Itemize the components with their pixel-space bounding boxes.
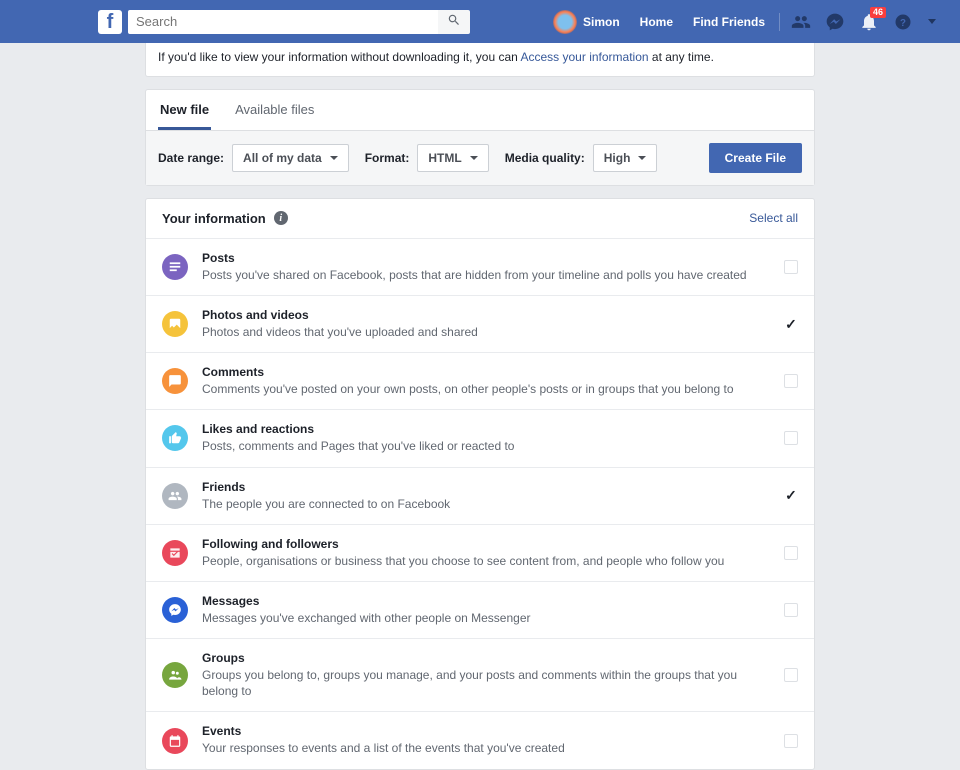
category-row-posts[interactable]: Posts Posts you've shared on Facebook, p…: [146, 238, 814, 295]
chevron-down-icon: [470, 156, 478, 160]
messages-icon: [162, 597, 188, 623]
row-desc: Your responses to events and a list of t…: [202, 740, 772, 756]
row-checkbox[interactable]: [784, 431, 798, 445]
profile-link[interactable]: Simon: [543, 8, 630, 36]
select-all-link[interactable]: Select all: [749, 211, 798, 225]
category-row-messages[interactable]: Messages Messages you've exchanged with …: [146, 581, 814, 638]
category-row-likes[interactable]: Likes and reactions Posts, comments and …: [146, 409, 814, 466]
info-icon[interactable]: i: [274, 211, 288, 225]
access-info-link[interactable]: Access your information: [521, 50, 649, 64]
chevron-down-icon: [638, 156, 646, 160]
intro-text: If you'd like to view your information w…: [158, 50, 714, 64]
format-value: HTML: [428, 151, 461, 165]
following-icon: [162, 540, 188, 566]
user-name-label: Simon: [583, 15, 620, 29]
row-desc: The people you are connected to on Faceb…: [202, 496, 772, 512]
svg-text:?: ?: [900, 17, 906, 28]
category-row-comments[interactable]: Comments Comments you've posted on your …: [146, 352, 814, 409]
messenger-icon[interactable]: [824, 11, 846, 33]
category-row-events[interactable]: Events Your responses to events and a li…: [146, 711, 814, 768]
comments-icon: [162, 368, 188, 394]
information-categories-panel: Your information i Select all Posts Post…: [145, 198, 815, 770]
search-box: [128, 10, 470, 34]
nav-home[interactable]: Home: [630, 8, 683, 36]
category-row-photos[interactable]: Photos and videos Photos and videos that…: [146, 295, 814, 352]
row-title: Messages: [202, 594, 772, 608]
groups-icon: [162, 662, 188, 688]
tab-available-files[interactable]: Available files: [233, 90, 316, 130]
date-range-dropdown[interactable]: All of my data: [232, 144, 349, 172]
help-icon[interactable]: ?: [892, 11, 914, 33]
category-row-following[interactable]: Following and followers People, organisa…: [146, 524, 814, 581]
nav-find-friends[interactable]: Find Friends: [683, 8, 775, 36]
date-range-label: Date range:: [158, 151, 224, 165]
row-desc: Comments you've posted on your own posts…: [202, 381, 772, 397]
tabs: New file Available files: [146, 90, 814, 131]
row-checkbox[interactable]: [784, 317, 798, 331]
row-title: Posts: [202, 251, 772, 265]
events-icon: [162, 728, 188, 754]
row-desc: Posts you've shared on Facebook, posts t…: [202, 267, 772, 283]
media-quality-value: High: [604, 151, 631, 165]
row-checkbox[interactable]: [784, 546, 798, 560]
search-input[interactable]: [128, 10, 438, 34]
account-menu-caret-icon[interactable]: [928, 19, 936, 24]
category-row-groups[interactable]: Groups Groups you belong to, groups you …: [146, 638, 814, 711]
row-title: Comments: [202, 365, 772, 379]
media-quality-dropdown[interactable]: High: [593, 144, 658, 172]
intro-prefix: If you'd like to view your information w…: [158, 50, 521, 64]
list-title: Your information: [162, 211, 266, 226]
intro-panel: If you'd like to view your information w…: [145, 43, 815, 77]
row-title: Following and followers: [202, 537, 772, 551]
row-desc: Groups you belong to, groups you manage,…: [202, 667, 772, 699]
format-dropdown[interactable]: HTML: [417, 144, 488, 172]
media-quality-label: Media quality:: [505, 151, 585, 165]
format-label: Format:: [365, 151, 410, 165]
nav-divider: [779, 13, 780, 31]
chevron-down-icon: [330, 156, 338, 160]
avatar: [553, 10, 577, 34]
row-desc: Posts, comments and Pages that you've li…: [202, 438, 772, 454]
search-icon: [447, 13, 461, 30]
intro-suffix: at any time.: [649, 50, 714, 64]
row-desc: Messages you've exchanged with other peo…: [202, 610, 772, 626]
notifications-icon[interactable]: 46: [858, 11, 880, 33]
row-title: Friends: [202, 480, 772, 494]
row-checkbox[interactable]: [784, 734, 798, 748]
row-title: Likes and reactions: [202, 422, 772, 436]
download-config-panel: New file Available files Date range: All…: [145, 89, 815, 186]
create-file-button[interactable]: Create File: [709, 143, 802, 173]
row-checkbox[interactable]: [784, 603, 798, 617]
facebook-logo[interactable]: f: [98, 10, 122, 34]
filters-row: Date range: All of my data Format: HTML …: [146, 131, 814, 185]
row-title: Events: [202, 724, 772, 738]
date-range-value: All of my data: [243, 151, 322, 165]
notification-badge: 46: [870, 7, 886, 18]
row-checkbox[interactable]: [784, 260, 798, 274]
search-button[interactable]: [438, 10, 470, 34]
row-desc: People, organisations or business that y…: [202, 553, 772, 569]
row-checkbox[interactable]: [784, 374, 798, 388]
row-checkbox[interactable]: [784, 489, 798, 503]
tab-new-file[interactable]: New file: [158, 90, 211, 130]
row-checkbox[interactable]: [784, 668, 798, 682]
category-row-friends[interactable]: Friends The people you are connected to …: [146, 467, 814, 524]
likes-icon: [162, 425, 188, 451]
list-header: Your information i Select all: [146, 199, 814, 238]
friends-icon: [162, 483, 188, 509]
photos-icon: [162, 311, 188, 337]
row-desc: Photos and videos that you've uploaded a…: [202, 324, 772, 340]
posts-icon: [162, 254, 188, 280]
row-title: Photos and videos: [202, 308, 772, 322]
top-nav-bar: f Simon Home Find Friends 46: [0, 0, 960, 43]
row-title: Groups: [202, 651, 772, 665]
friend-requests-icon[interactable]: [790, 11, 812, 33]
